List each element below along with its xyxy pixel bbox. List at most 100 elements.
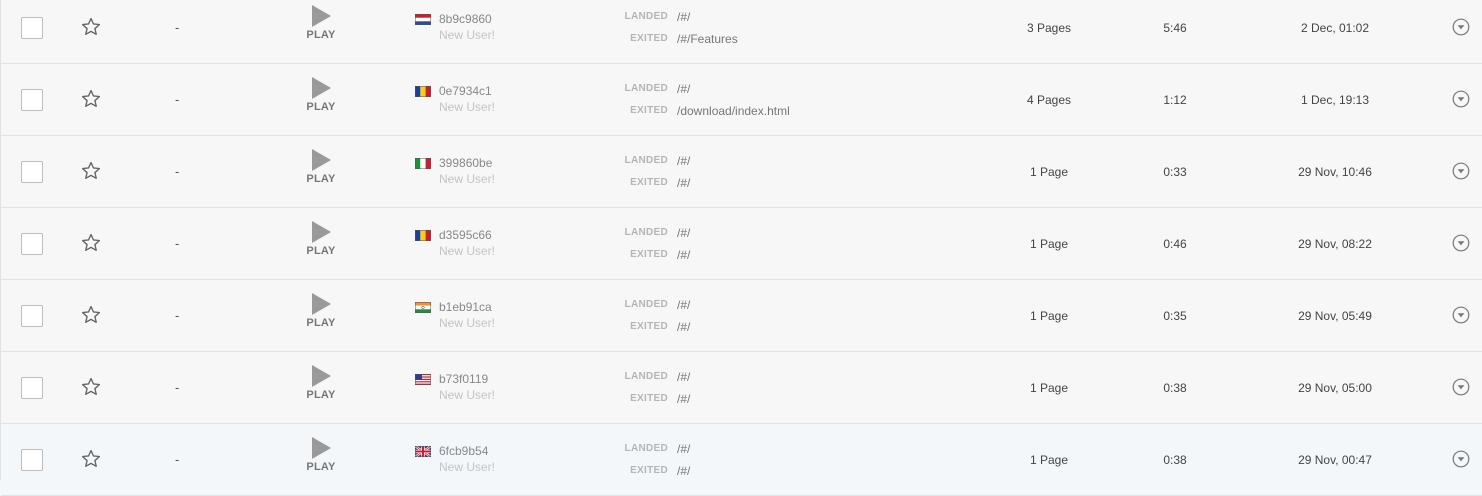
landed-label: LANDED — [624, 443, 668, 454]
session-date: 29 Nov, 05:49 — [1298, 309, 1372, 323]
page-count: 1 Page — [1029, 165, 1069, 179]
page-count: 3 Pages — [1026, 21, 1072, 35]
user-id-link[interactable]: 399860be — [439, 156, 492, 170]
expand-chevron-icon[interactable] — [1452, 306, 1470, 324]
india-flag-icon — [415, 302, 431, 313]
session-duration: 5:46 — [1163, 21, 1187, 35]
play-button[interactable]: PLAY — [305, 365, 337, 401]
exited-path: /download/index.html — [677, 104, 790, 118]
user-type: New User! — [439, 460, 496, 474]
user-id-link[interactable]: b1eb91ca — [439, 300, 492, 314]
play-icon — [312, 437, 331, 459]
favorite-star-icon[interactable] — [80, 376, 102, 398]
user-id-link[interactable]: d3595c66 — [439, 228, 492, 242]
row-select-checkbox[interactable] — [21, 377, 43, 399]
row-select-checkbox[interactable] — [21, 449, 43, 471]
session-name: - — [175, 308, 180, 323]
play-button[interactable]: PLAY — [305, 5, 337, 41]
session-name: - — [175, 164, 180, 179]
play-button[interactable]: PLAY — [305, 221, 337, 257]
session-name: - — [175, 236, 180, 251]
user-id-link[interactable]: 8b9c9860 — [439, 12, 492, 26]
row-select-checkbox[interactable] — [21, 233, 43, 255]
united-states-flag-icon — [415, 374, 431, 385]
romania-flag-icon — [415, 86, 431, 97]
landed-path: /#/ — [677, 370, 691, 384]
user-type: New User! — [439, 172, 496, 186]
play-icon — [312, 293, 331, 315]
user-type: New User! — [439, 316, 496, 330]
exited-label: EXITED — [630, 33, 668, 44]
user-id-link[interactable]: 6fcb9b54 — [439, 444, 488, 458]
play-icon — [312, 149, 331, 171]
expand-chevron-icon[interactable] — [1452, 234, 1470, 252]
user-id-link[interactable]: 0e7934c1 — [439, 84, 492, 98]
row-select-checkbox[interactable] — [21, 305, 43, 327]
exited-label: EXITED — [630, 177, 668, 188]
exited-path: /#/ — [677, 464, 691, 478]
expand-chevron-icon[interactable] — [1452, 18, 1470, 36]
session-duration: 0:35 — [1163, 309, 1187, 323]
page-count: 4 Pages — [1026, 93, 1072, 107]
session-row[interactable]: - PLAY 399860be New User! LANDED /#/ EXI… — [1, 136, 1482, 208]
session-name: - — [175, 380, 180, 395]
row-select-checkbox[interactable] — [21, 17, 43, 39]
exited-path: /#/ — [677, 176, 691, 190]
play-icon — [312, 365, 331, 387]
play-label: PLAY — [306, 389, 336, 401]
row-select-checkbox[interactable] — [21, 89, 43, 111]
favorite-star-icon[interactable] — [80, 304, 102, 326]
session-date: 2 Dec, 01:02 — [1300, 21, 1370, 35]
play-label: PLAY — [306, 317, 336, 329]
exited-path: /#/ — [677, 248, 691, 262]
play-label: PLAY — [306, 29, 336, 41]
favorite-star-icon[interactable] — [80, 16, 102, 38]
user-type: New User! — [439, 388, 496, 402]
play-button[interactable]: PLAY — [305, 149, 337, 185]
session-duration: 0:38 — [1163, 453, 1187, 467]
exited-label: EXITED — [630, 105, 668, 116]
session-row[interactable]: - PLAY 8b9c9860 New User! LANDED /#/ EXI… — [1, 0, 1482, 64]
romania-flag-icon — [415, 230, 431, 241]
landed-label: LANDED — [624, 155, 668, 166]
session-row[interactable]: - PLAY d3595c66 New User! LANDED /#/ EXI… — [1, 208, 1482, 280]
expand-chevron-icon[interactable] — [1452, 450, 1470, 468]
exited-label: EXITED — [630, 393, 668, 404]
united-kingdom-flag-icon — [415, 446, 431, 457]
session-date: 29 Nov, 05:00 — [1298, 381, 1372, 395]
favorite-star-icon[interactable] — [80, 88, 102, 110]
landed-path: /#/ — [677, 10, 691, 24]
landed-path: /#/ — [677, 298, 691, 312]
landed-path: /#/ — [677, 82, 691, 96]
expand-chevron-icon[interactable] — [1452, 162, 1470, 180]
session-name: - — [175, 452, 180, 467]
favorite-star-icon[interactable] — [80, 160, 102, 182]
page-count: 1 Page — [1029, 237, 1069, 251]
play-button[interactable]: PLAY — [305, 437, 337, 473]
play-icon — [312, 221, 331, 243]
session-row[interactable]: - PLAY b1eb91ca New User! LANDED /#/ EXI… — [1, 280, 1482, 352]
session-duration: 0:38 — [1163, 381, 1187, 395]
exited-label: EXITED — [630, 249, 668, 260]
session-date: 29 Nov, 08:22 — [1298, 237, 1372, 251]
page-count: 1 Page — [1029, 453, 1069, 467]
session-date: 29 Nov, 00:47 — [1298, 453, 1372, 467]
session-row[interactable]: - PLAY 0e7934c1 New User! LANDED /#/ EXI… — [1, 64, 1482, 136]
row-select-checkbox[interactable] — [21, 161, 43, 183]
session-row[interactable]: - PLAY b73f0119 New User! LANDED /#/ EXI… — [1, 352, 1482, 424]
play-icon — [312, 5, 331, 27]
user-id-link[interactable]: b73f0119 — [439, 372, 488, 386]
play-button[interactable]: PLAY — [305, 293, 337, 329]
expand-chevron-icon[interactable] — [1452, 90, 1470, 108]
favorite-star-icon[interactable] — [80, 232, 102, 254]
italy-flag-icon — [415, 158, 431, 169]
session-row[interactable]: - PLAY 6fcb9b54 New User! LANDED /#/ EXI… — [1, 424, 1482, 496]
expand-chevron-icon[interactable] — [1452, 378, 1470, 396]
landed-path: /#/ — [677, 226, 691, 240]
exited-path: /#/ — [677, 392, 691, 406]
user-type: New User! — [439, 100, 496, 114]
session-duration: 0:33 — [1163, 165, 1187, 179]
favorite-star-icon[interactable] — [80, 448, 102, 470]
play-button[interactable]: PLAY — [305, 77, 337, 113]
exited-label: EXITED — [630, 465, 668, 476]
